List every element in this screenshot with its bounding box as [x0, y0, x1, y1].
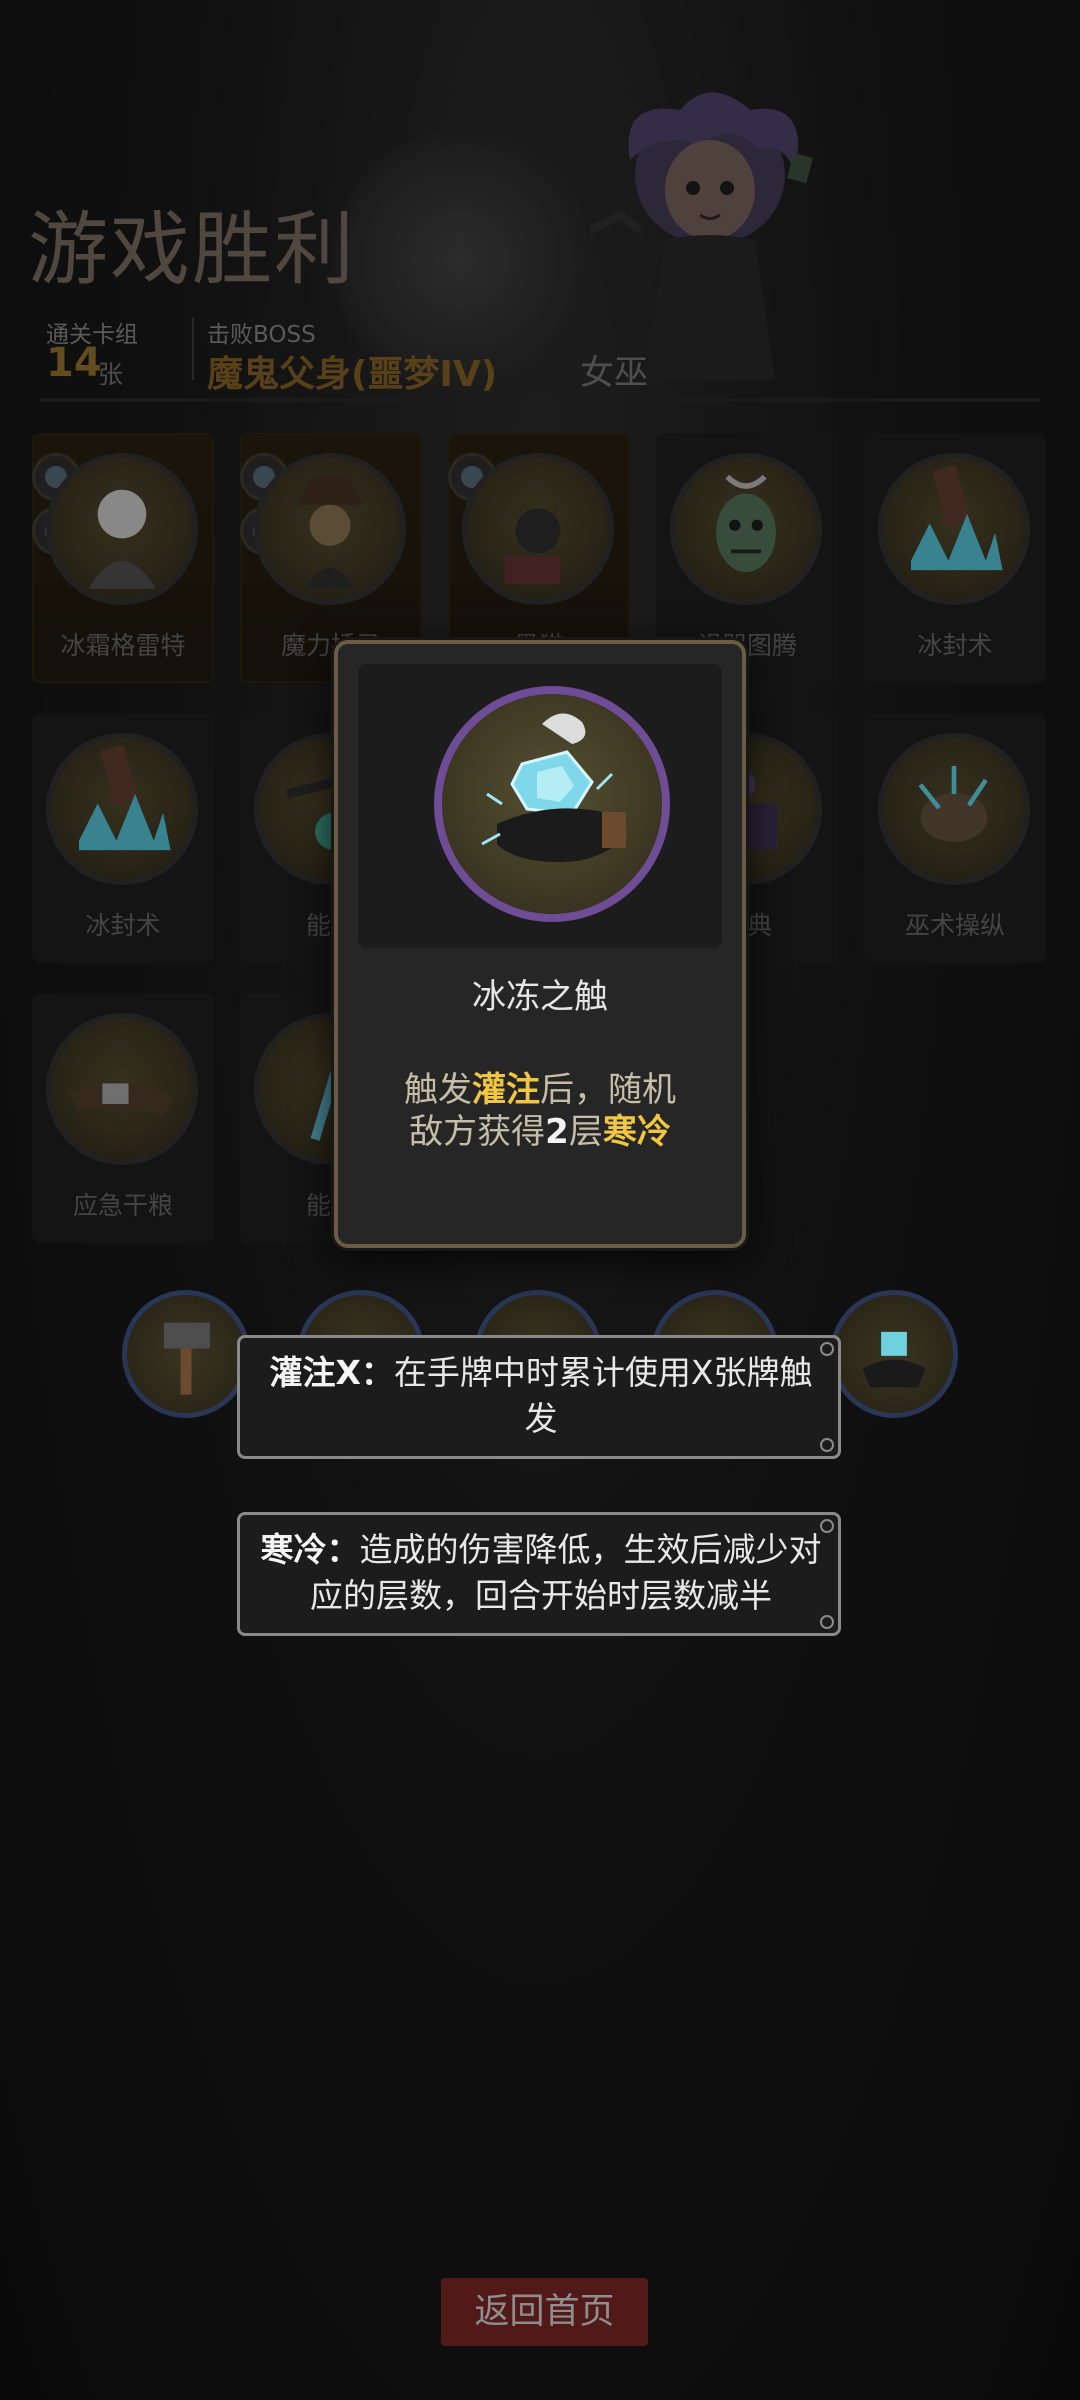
tooltip-keyword: 灌注X：: [269, 1353, 394, 1392]
boss-label: 击败BOSS: [207, 322, 316, 348]
card-description-line: 敌方获得2层寒冷: [362, 1111, 718, 1153]
deck-card[interactable]: 冰封术: [32, 713, 214, 963]
card-label: 冰封术: [917, 631, 993, 660]
card-label: 巫术操纵: [904, 911, 1005, 940]
deck-card[interactable]: 冰霜格雷特: [32, 433, 214, 683]
deck-card[interactable]: 冰封术: [864, 433, 1046, 683]
tooltip-text: 造成的伤害降低，生效后减少对应的层数，回合开始时层数减半: [310, 1530, 822, 1615]
character-name: 女巫: [580, 353, 648, 393]
card-label: 冰霜格雷特: [60, 631, 186, 660]
desc-number: 2: [545, 1112, 569, 1152]
desc-text: 触发: [404, 1070, 472, 1110]
card-portrait: [462, 453, 614, 605]
desc-text: 敌方获得: [409, 1112, 546, 1152]
card-portrait: [46, 733, 198, 885]
card-portrait: [670, 453, 822, 605]
card-label: 应急干粮: [72, 1191, 173, 1220]
desc-text: 层: [568, 1112, 603, 1152]
card-portrait: [46, 453, 198, 605]
tooltip-cold: 寒冷：造成的伤害降低，生效后减少对应的层数，回合开始时层数减半: [237, 1512, 841, 1636]
card-portrait: [46, 1013, 198, 1165]
return-home-button[interactable]: 返回首页: [441, 2278, 648, 2346]
deck-count: 14: [46, 340, 102, 386]
page-title: 游戏胜利: [28, 203, 356, 296]
tooltip-keyword: 寒冷：: [260, 1530, 360, 1569]
card-portrait: [254, 453, 406, 605]
card-art-frame: [358, 664, 722, 948]
boss-name: 魔鬼父身(噩梦IV): [207, 354, 498, 395]
card-detail-popup: 冰冻之触 触发灌注后，随机 敌方获得2层寒冷: [334, 640, 746, 1248]
card-name: 冰冻之触: [472, 977, 608, 1017]
stat-divider: [192, 318, 194, 380]
relic-hammer-icon[interactable]: [122, 1290, 250, 1418]
keyword-infuse: 灌注: [472, 1070, 540, 1110]
card-description: 触发灌注后，随机 敌方获得2层寒冷: [362, 1069, 718, 1153]
tooltip-infuse: 灌注X：在手牌中时累计使用X张牌触发: [237, 1335, 841, 1459]
header-ground-line: [40, 398, 1040, 402]
card-portrait: [878, 453, 1030, 605]
tooltip-text: 在手牌中时累计使用X张牌触发: [393, 1353, 813, 1438]
desc-text: 后，随机: [540, 1070, 676, 1110]
card-description-line: 触发灌注后，随机: [362, 1069, 718, 1111]
relic-frozen-touch-icon[interactable]: [830, 1290, 958, 1418]
deck-card[interactable]: 巫术操纵: [864, 713, 1046, 963]
card-portrait: [878, 733, 1030, 885]
deck-card[interactable]: 应急干粮: [32, 993, 214, 1243]
keyword-cold: 寒冷: [602, 1112, 671, 1152]
frozen-touch-art: [434, 686, 670, 922]
deck-unit: 张: [98, 360, 124, 389]
card-label: 冰封术: [85, 911, 161, 940]
